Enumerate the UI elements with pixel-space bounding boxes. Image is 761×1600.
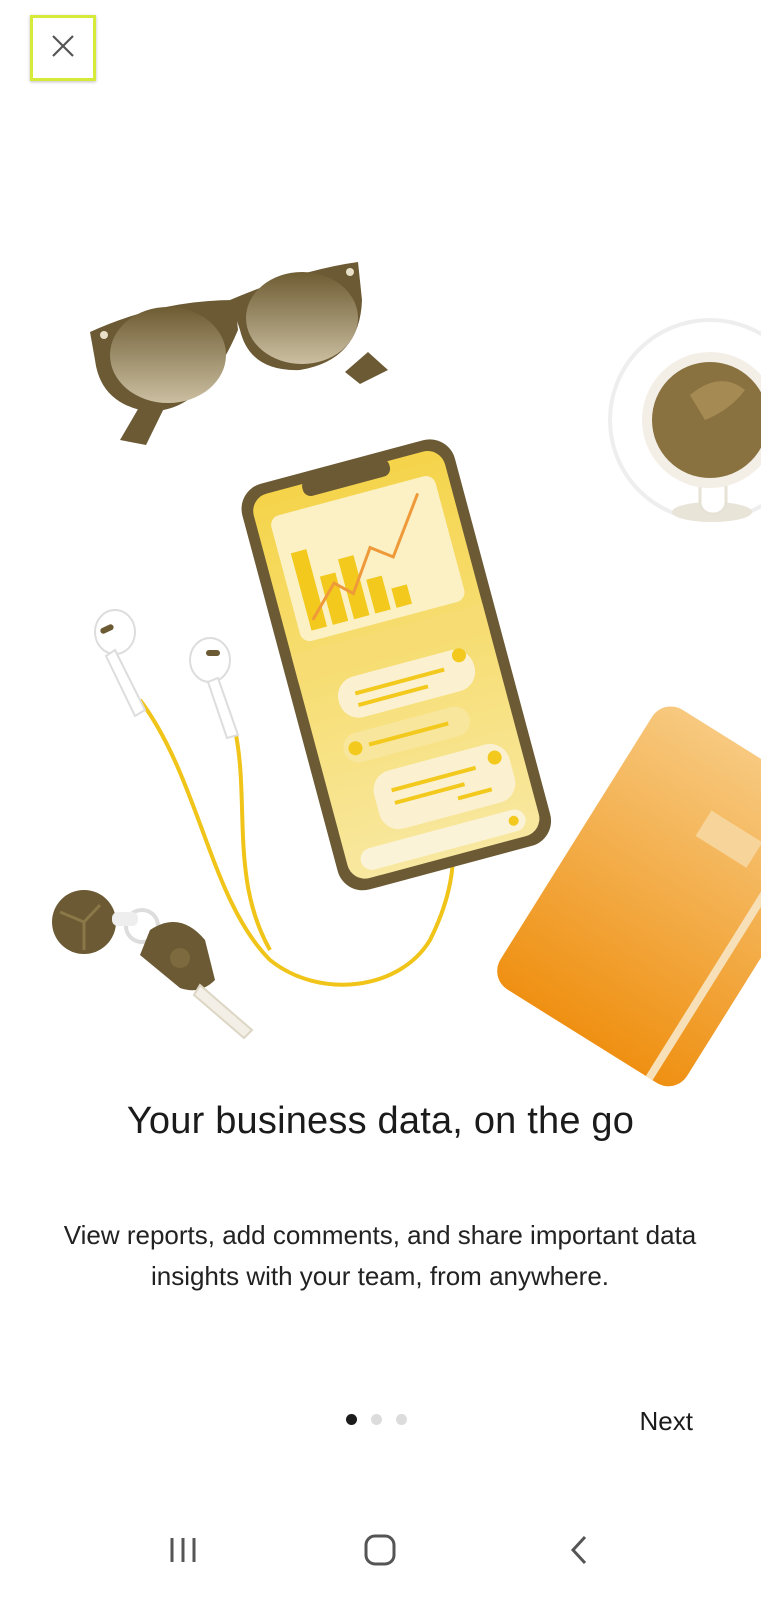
page-dot-1 [346, 1414, 357, 1425]
page-dot-3 [396, 1414, 407, 1425]
recent-apps-button[interactable] [153, 1528, 213, 1576]
system-navigation-bar [0, 1512, 761, 1592]
page-indicator [346, 1414, 407, 1425]
home-button[interactable] [350, 1528, 410, 1576]
back-button[interactable] [550, 1528, 610, 1576]
coffee-cup-illustration [608, 318, 761, 522]
close-button[interactable] [30, 15, 96, 81]
recent-apps-icon [167, 1534, 199, 1571]
home-icon [363, 1533, 397, 1572]
sunglasses-illustration [90, 262, 388, 445]
back-icon [565, 1534, 595, 1571]
onboarding-illustration [0, 230, 761, 1090]
page-dot-2 [371, 1414, 382, 1425]
phone-illustration [241, 439, 552, 891]
page-description: View reports, add comments, and share im… [63, 1220, 697, 1291]
page-title: Your business data, on the go [126, 1100, 635, 1142]
car-keys-illustration [52, 890, 254, 1040]
close-icon [48, 31, 78, 66]
next-button[interactable]: Next [638, 1402, 695, 1441]
